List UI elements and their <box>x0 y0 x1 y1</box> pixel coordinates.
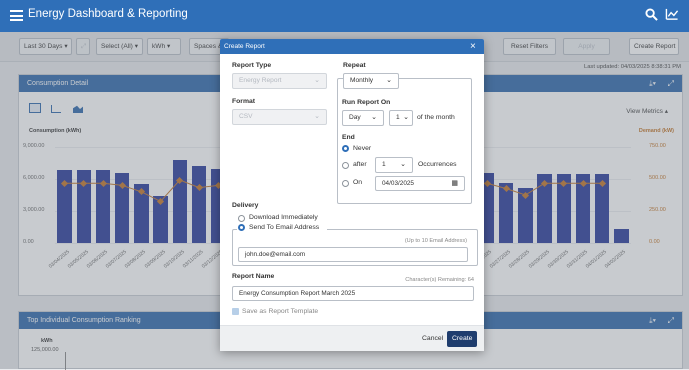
report-type-label: Report Type <box>232 62 272 69</box>
email-input[interactable]: john.doe@email.com <box>238 247 468 262</box>
report-name-label: Report Name <box>232 273 275 280</box>
send-email-radio[interactable] <box>238 224 245 231</box>
menu-icon[interactable] <box>10 10 23 21</box>
dialog-title: Create Report <box>224 43 265 50</box>
end-on-text: On <box>353 179 363 186</box>
occurrences-value: 1 <box>382 161 386 168</box>
dialog-header: Create Report <box>220 39 484 54</box>
download-immediately-text: Download Immediately <box>249 214 318 221</box>
run-on-day-select[interactable]: 1 ⌄ <box>389 110 413 126</box>
create-button[interactable]: Create <box>447 331 478 347</box>
cancel-button[interactable]: Cancel <box>417 331 448 347</box>
chevron-down-icon: ⌄ <box>400 161 406 168</box>
save-template-checkbox[interactable] <box>232 308 239 315</box>
end-never-text: Never <box>353 145 372 152</box>
run-on-unit-value: Day <box>349 114 361 121</box>
download-immediately-radio[interactable] <box>238 215 245 222</box>
chevron-down-icon: ⌄ <box>403 114 409 121</box>
repeat-label: Repeat <box>343 62 366 69</box>
occurrences-suffix: Occurrences <box>418 161 457 168</box>
chevron-down-icon: ⌄ <box>386 77 392 84</box>
run-on-label: Run Report On <box>342 99 391 106</box>
search-icon[interactable] <box>645 8 658 21</box>
create-report-dialog: Create Report × Report Type Energy Repor… <box>220 39 484 351</box>
email-hint: (Up to 10 Email Address) <box>404 238 467 244</box>
dialog-footer: Cancel Create <box>220 325 484 351</box>
trend-chart-icon[interactable] <box>665 8 679 21</box>
delivery-label: Delivery <box>232 202 259 209</box>
chars-remaining: Character(s) Remaining: 64 <box>405 277 474 283</box>
repeat-select[interactable]: Monthly ⌄ <box>343 73 399 89</box>
end-label: End <box>342 134 355 141</box>
occurrences-select[interactable]: 1 ⌄ <box>375 157 413 173</box>
report-name-value: Energy Consumption Report March 2025 <box>239 290 356 297</box>
format-select: CSV ⌄ <box>232 109 327 125</box>
end-date-value: 04/03/2025 <box>382 180 414 187</box>
end-after-radio[interactable] <box>342 162 349 169</box>
run-on-suffix: of the month <box>417 114 455 121</box>
run-on-unit-select[interactable]: Day ⌄ <box>342 110 384 126</box>
chevron-down-icon: ⌄ <box>314 113 320 120</box>
report-type-select: Energy Report ⌄ <box>232 73 327 89</box>
run-on-day-value: 1 <box>396 114 400 121</box>
report-type-value: Energy Report <box>239 77 282 84</box>
end-never-radio[interactable] <box>342 145 349 152</box>
format-value: CSV <box>239 113 253 120</box>
save-template-text: Save as Report Template <box>242 308 319 315</box>
chevron-down-icon: ⌄ <box>371 114 377 121</box>
chevron-down-icon: ⌄ <box>314 77 320 84</box>
send-email-text: Send To Email Address <box>249 224 320 231</box>
top-app-bar: Energy Dashboard & Reporting <box>0 0 689 32</box>
end-on-radio[interactable] <box>342 180 349 187</box>
end-after-text: after <box>353 161 367 168</box>
email-value: john.doe@email.com <box>245 251 306 258</box>
report-name-input[interactable]: Energy Consumption Report March 2025 <box>232 286 474 301</box>
app-title: Energy Dashboard & Reporting <box>28 8 188 20</box>
repeat-value: Monthly <box>350 77 374 84</box>
close-icon[interactable]: × <box>470 39 476 54</box>
format-label: Format <box>232 98 256 105</box>
calendar-icon[interactable]: ▦ <box>451 177 458 190</box>
end-date-input[interactable]: 04/03/2025 ▦ <box>375 176 465 191</box>
